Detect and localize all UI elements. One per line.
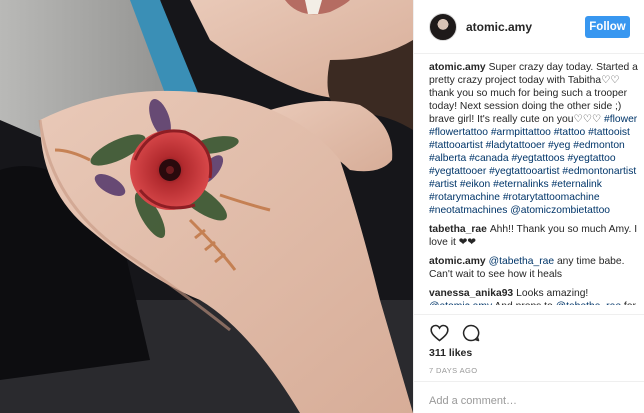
post-side-panel: atomic.amy Follow atomic.amy Super crazy … [413,0,644,413]
action-row [429,323,481,343]
post-photo[interactable] [0,0,413,413]
post-actions: 311 likes 7 DAYS AGO [414,314,644,413]
comment-input[interactable] [429,395,630,407]
comment: tabetha_rae Ahh!! Thank you so much Amy. … [429,223,639,249]
comment-link[interactable]: @tabetha_rae [556,301,621,305]
comment-text: And props to [492,301,556,305]
comment: vanessa_anika93Looks amazing! @atomic.am… [429,287,639,305]
comment: atomic.amy @tabetha_rae any time babe. Ca… [429,255,639,281]
avatar[interactable] [429,12,457,41]
comment-author[interactable]: tabetha_rae [429,224,487,235]
post-age: 7 DAYS AGO [429,366,478,375]
like-count[interactable]: 311 likes [429,347,472,359]
follow-button[interactable]: Follow [585,16,630,38]
comment-author[interactable]: atomic.amy [429,256,486,267]
username-link[interactable]: atomic.amy [466,20,532,34]
comment-author[interactable]: atomic.amy [429,62,486,73]
comment-link[interactable]: @atomic.amy [429,301,492,305]
comment-text: for [621,301,636,305]
comment: atomic.amy Super crazy day today. Started… [429,61,639,217]
comment-list: atomic.amy Super crazy day today. Started… [414,54,644,314]
comment-link[interactable]: @tabetha_rae [489,256,554,267]
comment-author[interactable]: vanessa_anika93 [429,288,513,299]
tattoo-photo-illustration [0,0,413,413]
comment-link[interactable]: #flower #flowertattoo #armpittattoo #tat… [429,114,637,216]
add-comment-bar [414,381,644,413]
speech-bubble-icon[interactable] [461,323,481,343]
comment-text: Looks amazing! [516,288,589,299]
heart-icon[interactable] [429,323,449,343]
post-header: atomic.amy Follow [414,0,644,54]
